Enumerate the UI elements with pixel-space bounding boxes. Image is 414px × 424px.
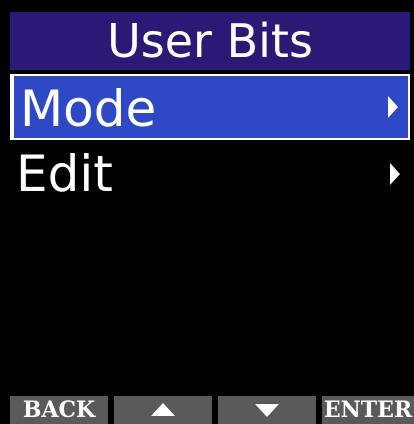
chevron-right-icon xyxy=(390,163,400,185)
device-screen: User Bits Mode Edit BACK ENTER xyxy=(0,0,414,424)
menu-item-edit[interactable]: Edit xyxy=(10,141,410,207)
chevron-right-icon xyxy=(388,96,398,118)
triangle-down-icon xyxy=(255,403,279,417)
back-button[interactable]: BACK xyxy=(10,396,108,424)
page-title: User Bits xyxy=(10,12,410,70)
down-button[interactable] xyxy=(218,396,316,424)
triangle-up-icon xyxy=(151,402,175,416)
softkey-bar: BACK ENTER xyxy=(10,396,414,424)
menu-item-label: Edit xyxy=(16,145,113,203)
menu-item-mode[interactable]: Mode xyxy=(10,74,410,140)
enter-button[interactable]: ENTER xyxy=(322,396,414,424)
menu-item-label: Mode xyxy=(20,80,157,138)
up-button[interactable] xyxy=(114,396,212,424)
